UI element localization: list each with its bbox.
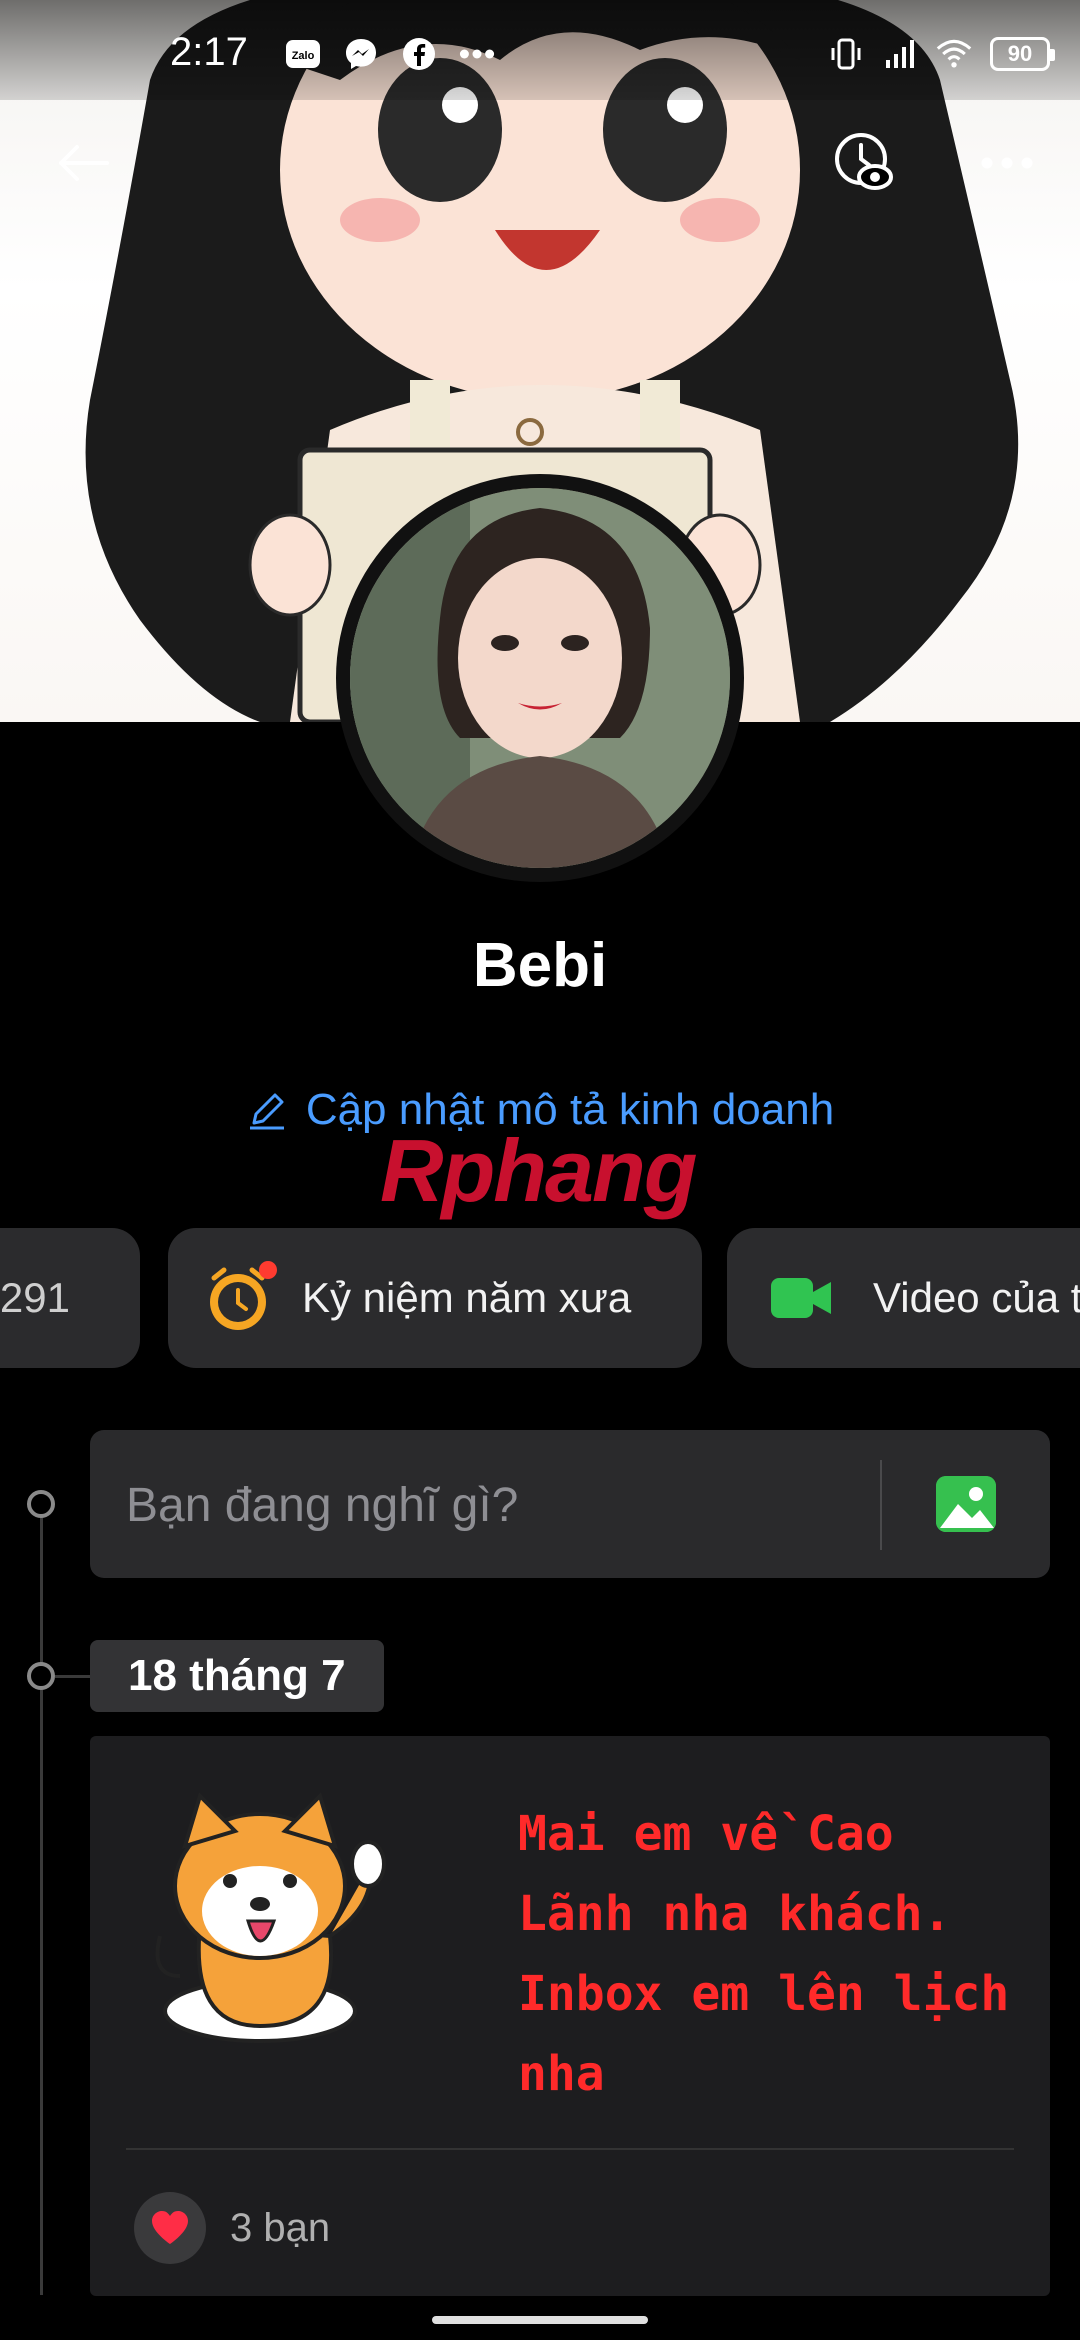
vibrate-icon xyxy=(828,36,864,72)
heart-icon xyxy=(134,2192,206,2264)
timeline-post[interactable]: Mai em về Cao Lãnh nha khách. Inbox em l… xyxy=(90,1736,1050,2296)
post-text: Mai em về Cao Lãnh nha khách. Inbox em l… xyxy=(518,1806,1010,2102)
timeline-line xyxy=(40,1505,43,2295)
post-reactions[interactable]: 3 bạn xyxy=(134,2192,330,2264)
video-camera-icon xyxy=(771,1278,831,1318)
arrow-left-icon xyxy=(59,145,109,181)
videos-label: Video của tô xyxy=(873,1274,1080,1321)
add-photo-button[interactable] xyxy=(936,1476,996,1532)
facebook-icon xyxy=(401,36,437,72)
pencil-icon xyxy=(249,1093,284,1130)
messenger-icon xyxy=(343,36,379,72)
alarm-clock-icon xyxy=(210,1261,277,1330)
reaction-count: 3 bạn xyxy=(230,2205,331,2250)
status-bar: 2:17 Zalo 90 xyxy=(0,0,1080,100)
svg-text:Zalo: Zalo xyxy=(292,50,315,62)
home-indicator[interactable] xyxy=(432,2316,648,2324)
back-button[interactable] xyxy=(48,128,118,198)
post-divider xyxy=(126,2148,1014,2150)
more-dots-icon xyxy=(459,36,495,72)
profile-shortcuts: 291 Kỷ niệm năm xưa Video của tô xyxy=(0,1228,1080,1368)
composer-placeholder[interactable]: Bạn đang nghĩ gì? xyxy=(126,1478,518,1533)
composer-divider xyxy=(880,1460,882,1550)
friends-count-chip[interactable]: 291 xyxy=(0,1228,140,1368)
post-composer[interactable]: Bạn đang nghĩ gì? xyxy=(90,1430,1050,1578)
notification-icons: Zalo xyxy=(285,36,495,72)
shiba-dog-sticker xyxy=(155,1792,386,2043)
timeline-date-tag: 18 tháng 7 xyxy=(90,1640,384,1712)
timeline-connector xyxy=(55,1675,90,1678)
timeline-dot xyxy=(27,1490,55,1518)
more-options-button[interactable] xyxy=(972,128,1042,198)
wifi-icon xyxy=(936,36,972,72)
watermark-text: Rphang xyxy=(380,1121,698,1220)
avatar-photo xyxy=(350,488,730,868)
system-icons: 90 xyxy=(828,36,1055,72)
zalo-icon: Zalo xyxy=(285,36,321,72)
signal-icon xyxy=(882,36,918,72)
photo-icon xyxy=(936,1476,996,1532)
profile-avatar[interactable] xyxy=(336,474,744,882)
watermark: Rphang xyxy=(380,1120,698,1222)
view-as-button[interactable] xyxy=(830,128,900,198)
battery-icon: 90 xyxy=(990,37,1055,71)
more-horizontal-icon xyxy=(981,157,1033,169)
status-time: 2:17 xyxy=(170,30,248,74)
memories-chip[interactable]: Kỷ niệm năm xưa xyxy=(168,1228,702,1368)
view-as-icon xyxy=(835,133,893,190)
friends-count: 291 xyxy=(0,1274,70,1321)
top-nav xyxy=(0,100,1080,240)
memories-label: Kỷ niệm năm xưa xyxy=(302,1274,632,1321)
timeline-dot xyxy=(27,1662,55,1690)
videos-chip[interactable]: Video của tô xyxy=(727,1228,1080,1368)
profile-name: Bebi xyxy=(472,931,608,1000)
